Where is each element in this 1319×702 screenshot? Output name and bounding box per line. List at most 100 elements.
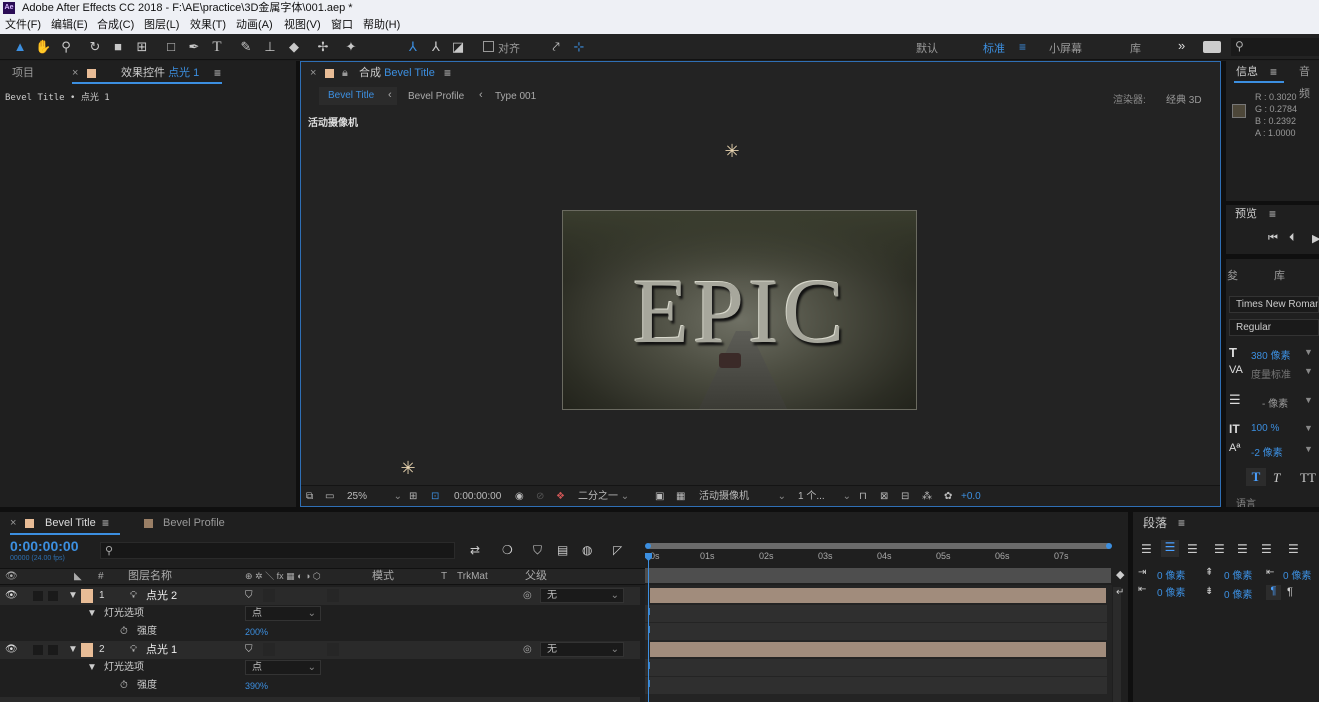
expand-triangle-icon[interactable]: ▼ — [87, 605, 97, 623]
solo-toggle[interactable] — [33, 645, 43, 655]
workspace-more-button[interactable]: » — [1178, 38, 1185, 53]
world-axis-icon[interactable]: ⅄ — [428, 39, 444, 55]
pixel-aspect-icon[interactable]: ⊓ — [859, 486, 867, 507]
type-tool-icon[interactable]: T — [209, 39, 225, 55]
switch-cell[interactable] — [327, 643, 339, 656]
flowchart-item-type-001[interactable]: Type 001 — [495, 91, 536, 102]
first-frame-icon[interactable]: ⏮ — [1268, 232, 1278, 245]
tab-info[interactable]: 信息 — [1236, 61, 1258, 83]
workspace-library[interactable]: 库 — [1130, 40, 1141, 56]
menu-effect[interactable]: 效果(T) — [190, 16, 226, 34]
reset-exposure-icon[interactable]: ✿ — [944, 486, 952, 507]
pick-whip-icon[interactable]: ◎ — [523, 641, 532, 659]
tab-timeline-bevel-title[interactable]: Bevel Title — [45, 512, 96, 534]
column-layer-name[interactable]: 图层名称 — [128, 569, 172, 584]
tab-audio[interactable]: 音频 — [1299, 61, 1319, 100]
font-size-value[interactable]: 380 像素 — [1251, 347, 1290, 362]
snap-checkbox[interactable] — [483, 41, 494, 52]
stopwatch-icon[interactable]: ⏱︎ — [120, 677, 128, 695]
layer-1-duration-bar[interactable] — [650, 588, 1106, 603]
justify-right-icon[interactable]: ☰ — [1261, 542, 1272, 556]
stroke-width-value[interactable]: - 像素 — [1262, 395, 1288, 410]
composition-viewer[interactable]: EPIC — [562, 210, 917, 410]
current-timecode[interactable]: 0:00:00:00 — [10, 538, 79, 554]
parent-select[interactable]: 无 ⌄ — [540, 642, 624, 657]
shy-switch-icon[interactable]: ⛉ — [245, 641, 253, 659]
indent-left-value[interactable]: 0 像素 — [1157, 567, 1185, 582]
all-caps-button[interactable]: TT — [1300, 470, 1316, 486]
region-of-interest-icon[interactable]: ▣ — [655, 486, 664, 507]
pan-behind-tool-icon[interactable]: ⊞ — [134, 39, 150, 55]
expand-triangle-icon[interactable]: ▼ — [68, 641, 78, 659]
timeline-icon[interactable]: ⊟ — [901, 486, 909, 507]
zoom-tool-icon[interactable]: ⚲ — [58, 39, 74, 55]
space-after-value[interactable]: 0 像素 — [1224, 586, 1252, 601]
composition-mini-flowchart-icon[interactable]: ⇄ — [470, 543, 480, 557]
rtl-direction-icon[interactable]: ¶ — [1287, 586, 1293, 598]
tab-timeline-bevel-profile[interactable]: Bevel Profile — [163, 512, 225, 534]
layer-search-input[interactable]: ⚲ — [100, 542, 455, 559]
close-icon[interactable]: × — [10, 512, 16, 534]
channel-icon[interactable]: ❖ — [556, 486, 565, 507]
panel-menu-icon[interactable]: ≡ — [102, 512, 109, 534]
align-center-icon[interactable]: ☰ — [1161, 540, 1179, 557]
align-left-icon[interactable]: ☰ — [1141, 542, 1152, 556]
flowchart-icon[interactable]: ⁂ — [922, 486, 932, 507]
font-style-select[interactable]: Regular — [1229, 319, 1319, 336]
workspace-standard[interactable]: 标准 — [983, 40, 1005, 56]
workspace-menu-icon[interactable]: ≡ — [1019, 40, 1026, 54]
parent-select[interactable]: 无 ⌄ — [540, 588, 624, 603]
clone-stamp-tool-icon[interactable]: ⊥ — [262, 39, 278, 55]
eraser-tool-icon[interactable]: ◆ — [286, 39, 302, 55]
rotate-tool-icon[interactable]: ↻ — [87, 39, 103, 55]
justify-center-icon[interactable]: ☰ — [1237, 542, 1248, 556]
always-preview-icon[interactable]: ⧉ — [306, 486, 313, 507]
resolution-select[interactable]: 二分之一 ⌄ — [578, 486, 629, 507]
snap-option-icon[interactable]: ⤤ — [548, 39, 564, 55]
layer-label-color[interactable] — [81, 589, 93, 603]
point-light-2-icon[interactable]: ✳ — [721, 140, 743, 162]
visibility-eye-icon[interactable]: 👁︎ — [5, 587, 18, 605]
fast-preview-icon[interactable]: ⊠ — [880, 486, 888, 507]
switch-cell[interactable] — [263, 643, 275, 656]
menu-window[interactable]: 窗口 — [331, 16, 353, 34]
stopwatch-icon[interactable]: ⏱︎ — [120, 623, 128, 641]
expand-triangle-icon[interactable]: ▼ — [68, 587, 78, 605]
layer-row-2[interactable]: 👁︎ ▼ 2 💡︎ 点光 1 ⛉ ◎ 无 ⌄ — [0, 641, 640, 659]
indent-first-value[interactable]: 0 像素 — [1283, 567, 1311, 582]
mask-visibility-icon[interactable]: ⊡ — [431, 486, 439, 507]
menu-composition[interactable]: 合成(C) — [97, 16, 134, 34]
align-right-icon[interactable]: ☰ — [1187, 542, 1198, 556]
view-axis-icon[interactable]: ◪ — [450, 39, 466, 55]
pick-whip-icon[interactable]: ◎ — [523, 587, 532, 605]
baseline-shift-value[interactable]: -2 像素 — [1251, 444, 1283, 459]
tab-character[interactable]: 夋 — [1227, 265, 1238, 287]
lock-icon[interactable]: 🔒︎ — [342, 62, 348, 84]
work-area-end-handle[interactable] — [1106, 543, 1112, 549]
light-type-select[interactable]: 点 ⌄ — [245, 606, 321, 621]
panel-menu-icon[interactable]: ≡ — [214, 62, 221, 84]
space-before-value[interactable]: 0 像素 — [1224, 567, 1252, 582]
layer-row-1[interactable]: 👁︎ ▼ 1 💡︎ 点光 2 ⛉ ◎ 无 ⌄ — [0, 587, 640, 605]
play-icon[interactable]: ▶ — [1312, 232, 1319, 245]
scroll-up-icon[interactable]: ↵ — [1116, 587, 1124, 598]
preview-panel-title[interactable]: 预览 — [1235, 203, 1257, 225]
vertical-scale-value[interactable]: 100 % — [1251, 423, 1279, 434]
panel-menu-icon[interactable]: ≡ — [1269, 203, 1276, 225]
timeline-scrollbar[interactable] — [1113, 587, 1121, 702]
workspace-small-screen[interactable]: 小屏幕 — [1049, 40, 1082, 56]
roto-brush-tool-icon[interactable]: ✢ — [315, 39, 331, 55]
help-search-input[interactable]: ⚲ — [1231, 38, 1319, 56]
menu-animation[interactable]: 动画(A) — [236, 16, 273, 34]
safe-margins-icon[interactable]: ⊞ — [409, 486, 417, 507]
tab-effect-controls[interactable]: 效果控件 点光 1 — [121, 62, 199, 84]
panel-menu-icon[interactable]: ≡ — [444, 62, 451, 84]
zoom-select[interactable]: 25% ⌄ — [344, 489, 402, 504]
panel-menu-icon[interactable]: ≡ — [1270, 61, 1277, 83]
lock-toggle[interactable] — [48, 591, 58, 601]
transparency-grid-icon[interactable]: ▦ — [676, 486, 685, 507]
menu-edit[interactable]: 编辑(E) — [51, 16, 88, 34]
faux-italic-button[interactable]: T — [1273, 470, 1280, 486]
menu-view[interactable]: 视图(V) — [284, 16, 321, 34]
close-icon[interactable]: × — [310, 62, 316, 84]
